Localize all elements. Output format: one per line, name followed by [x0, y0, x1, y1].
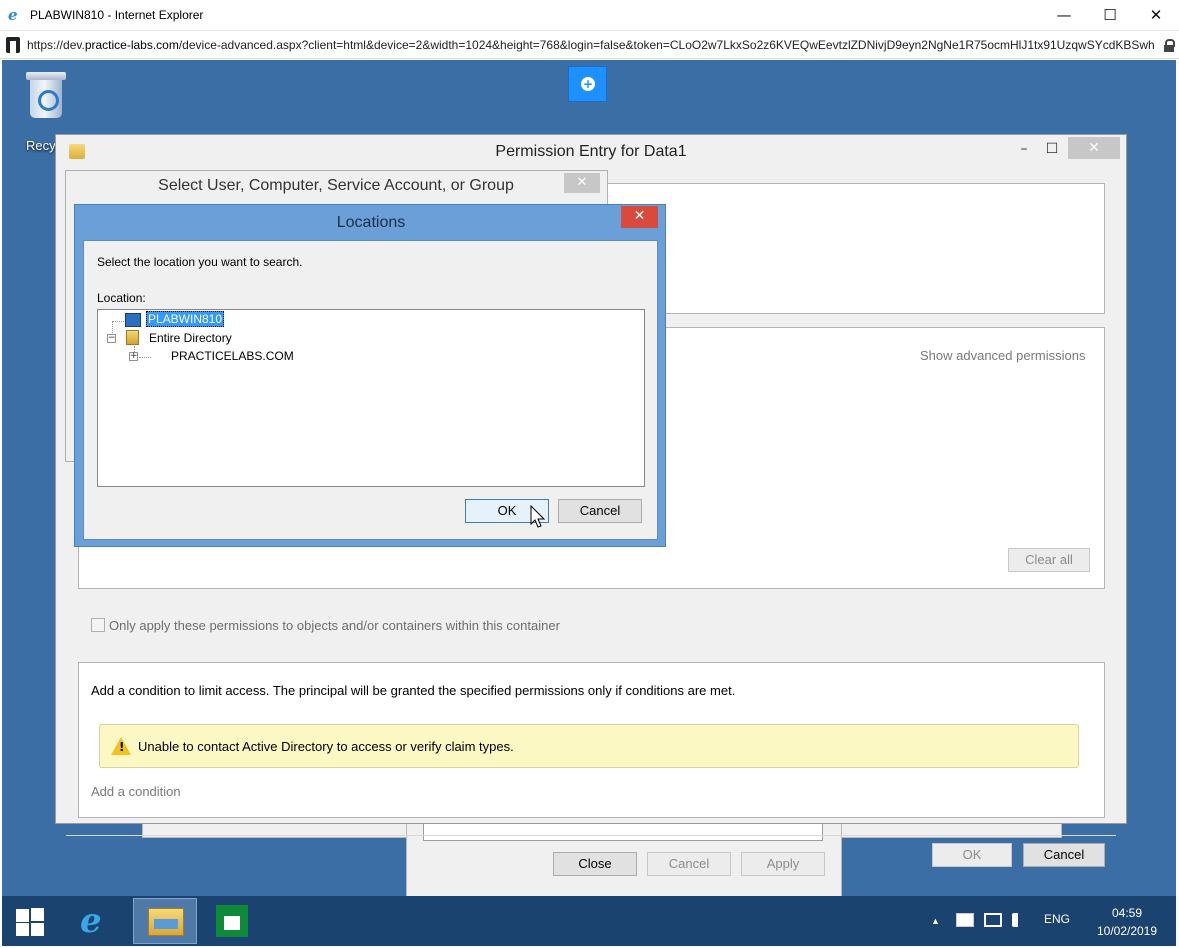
collapse-icon[interactable]: −	[107, 334, 116, 343]
perm-ok-button[interactable]: OK	[932, 843, 1012, 867]
url-text[interactable]: https://dev.practice-labs.com/device-adv…	[27, 38, 1155, 52]
locations-body: Select the location you want to search. …	[83, 240, 658, 540]
add-condition-link[interactable]: Add a condition	[91, 784, 181, 799]
warning-text: Unable to contact Active Directory to ac…	[138, 739, 514, 754]
directory-icon	[126, 330, 139, 345]
tree-item-entire-directory[interactable]: Entire Directory	[149, 331, 232, 345]
browser-titlebar: e PLABWIN810 - Internet Explorer — ☐ ✕	[0, 0, 1179, 31]
select-user-title: Select User, Computer, Service Account, …	[158, 177, 514, 194]
tray-overflow-icon[interactable]: ▲	[931, 916, 940, 926]
close-button[interactable]: ✕	[1133, 0, 1179, 31]
warning-banner: Unable to contact Active Directory to ac…	[99, 724, 1079, 768]
address-bar[interactable]: https://dev.practice-labs.com/device-adv…	[0, 31, 1179, 59]
minimize-button[interactable]: —	[1041, 0, 1087, 31]
condition-panel: Add a condition to limit access. The pri…	[78, 662, 1105, 818]
only-apply-checkbox[interactable]: Only apply these permissions to objects …	[91, 618, 560, 633]
taskbar-internet-explorer[interactable]: e	[64, 898, 128, 944]
taskbar-file-explorer[interactable]	[133, 898, 197, 944]
computer-icon	[125, 313, 141, 327]
perm-cancel-button[interactable]: Cancel	[1023, 843, 1105, 867]
select-user-close-button[interactable]: ✕	[564, 173, 600, 193]
clock-date: 10/02/2019	[1096, 924, 1158, 938]
permission-entry-titlebar: Permission Entry for Data1 – ☐ ✕	[56, 135, 1126, 168]
network-icon[interactable]	[984, 913, 1002, 927]
maximize-button[interactable]: ☐	[1087, 0, 1133, 31]
taskbar-store[interactable]	[202, 898, 266, 944]
locations-title: Locations	[336, 214, 406, 231]
language-indicator[interactable]: ENG	[1044, 912, 1070, 926]
tree-connector	[112, 321, 124, 322]
perm-maximize-button[interactable]: ☐	[1042, 139, 1062, 161]
location-label: Location:	[97, 291, 146, 305]
recycle-bin-shortcut[interactable]: Recycle Bi	[18, 70, 87, 153]
clear-all-button[interactable]: Clear all	[1008, 548, 1090, 572]
browser-title: PLABWIN810 - Internet Explorer	[30, 8, 204, 22]
location-tree[interactable]: PLABWIN810 − Entire Directory + PRACTICE…	[97, 309, 645, 487]
locations-prompt: Select the location you want to search.	[97, 255, 303, 269]
expand-icon[interactable]: +	[129, 352, 138, 361]
plus-icon: +	[581, 77, 595, 91]
tree-item-practicelabs[interactable]: PRACTICELABS.COM	[171, 349, 294, 363]
condition-description: Add a condition to limit access. The pri…	[91, 683, 736, 698]
warning-icon	[111, 737, 131, 755]
show-advanced-permissions-link[interactable]: Show advanced permissions	[920, 348, 1085, 363]
only-apply-label: Only apply these permissions to objects …	[109, 618, 560, 633]
locations-cancel-button[interactable]: Cancel	[558, 499, 642, 523]
action-center-flag-icon[interactable]	[956, 913, 974, 927]
locations-close-button[interactable]: ✕	[621, 206, 658, 228]
recycle-bin-icon	[26, 70, 66, 120]
lock-icon[interactable]	[1164, 39, 1175, 52]
checkbox-box[interactable]	[91, 618, 105, 632]
site-favicon-icon	[6, 37, 20, 53]
internet-explorer-icon: e	[8, 6, 18, 24]
perm-minimize-button[interactable]: –	[1014, 139, 1034, 161]
taskbar: e ▲ ENG 04:59 10/02/2019	[2, 896, 1176, 946]
mouse-cursor-icon	[530, 505, 546, 528]
tree-item-plabwin810[interactable]: PLABWIN810	[146, 311, 225, 327]
file-explorer-icon	[148, 908, 184, 936]
locations-dialog: Locations ✕ Select the location you want…	[74, 204, 666, 547]
system-clock[interactable]: 04:59 10/02/2019	[1092, 904, 1162, 940]
internet-explorer-icon: e	[80, 901, 102, 941]
store-icon	[216, 905, 248, 937]
remote-menu-button[interactable]: +	[568, 66, 607, 102]
volume-icon[interactable]	[1012, 913, 1026, 927]
tree-connector	[139, 357, 151, 358]
windows-start-icon[interactable]	[16, 908, 44, 936]
clock-time: 04:59	[1111, 906, 1143, 920]
remote-desktop[interactable]: Recycle Bi + Close Cancel Apply Permissi…	[2, 60, 1176, 896]
perm-close-button[interactable]: ✕	[1068, 137, 1120, 159]
permission-entry-title: Permission Entry for Data1	[495, 143, 687, 160]
